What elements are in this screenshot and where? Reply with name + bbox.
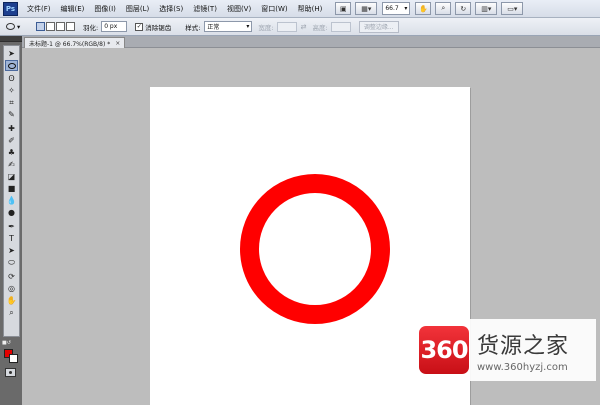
menu-select[interactable]: 选择(S) bbox=[154, 4, 188, 14]
watermark-text: 货源之家 www.360hyzj.com bbox=[477, 328, 569, 373]
quick-mask-icon[interactable] bbox=[5, 368, 16, 377]
document-tab[interactable]: 未标题-1 @ 66.7%(RGB/8) * × bbox=[24, 37, 126, 48]
selection-mode-group bbox=[36, 22, 75, 31]
antialias-label: 消除锯齿 bbox=[145, 23, 172, 32]
elliptical-marquee-tool-icon[interactable] bbox=[5, 60, 18, 71]
style-select-value: 正常 bbox=[207, 24, 220, 31]
refine-edge-button[interactable]: 调整边缘... bbox=[358, 20, 399, 33]
tool-preset-picker[interactable]: ▾ bbox=[6, 20, 30, 33]
width-input[interactable] bbox=[276, 21, 297, 32]
background-color-swatch[interactable] bbox=[9, 354, 18, 363]
menu-image[interactable]: 图像(I) bbox=[89, 4, 121, 14]
path-selection-tool-icon[interactable]: ➤ bbox=[5, 245, 18, 256]
3d-rotate-tool-icon[interactable]: ⟳ bbox=[5, 271, 18, 282]
crop-tool-icon[interactable]: ⌗ bbox=[5, 97, 18, 108]
clone-stamp-tool-icon[interactable]: ♣ bbox=[5, 147, 18, 158]
menu-edit[interactable]: 编辑(E) bbox=[56, 4, 90, 14]
menu-layer[interactable]: 图层(L) bbox=[121, 4, 154, 14]
menu-filter[interactable]: 滤镜(T) bbox=[188, 4, 222, 14]
default-colors-icon[interactable]: ■↺ bbox=[2, 340, 18, 346]
menu-bar: Ps 文件(F) 编辑(E) 图像(I) 图层(L) 选择(S) 滤镜(T) 视… bbox=[0, 0, 600, 18]
application-bar: ▣ ▦▾ 66.7 ▾ ✋ ⌕ ↻ ▥▾ ▭▾ bbox=[333, 2, 525, 15]
add-to-selection-icon[interactable] bbox=[46, 22, 55, 31]
options-bar: ▾ 羽化: 0 px ✓ 消除锯齿 样式: 正常 ▾ 宽度: ⇄ 高度: 调整边… bbox=[0, 18, 600, 36]
screen-mode-icon[interactable]: ▭▾ bbox=[501, 2, 524, 15]
menu-window[interactable]: 窗口(W) bbox=[256, 4, 292, 14]
feather-label: 羽化: bbox=[83, 23, 99, 32]
blur-tool-icon[interactable]: 💧 bbox=[5, 195, 18, 206]
intersect-selection-icon[interactable] bbox=[66, 22, 75, 31]
arrange-documents-icon[interactable]: ▥▾ bbox=[475, 2, 498, 15]
healing-brush-tool-icon[interactable]: ✚ bbox=[5, 123, 18, 134]
style-select[interactable]: 正常 ▾ bbox=[204, 21, 253, 32]
tools-panel-header[interactable] bbox=[0, 36, 22, 42]
menu-help[interactable]: 帮助(H) bbox=[293, 4, 328, 14]
view-extras-icon[interactable]: ▦▾ bbox=[355, 2, 378, 15]
dodge-tool-icon[interactable]: ● bbox=[5, 207, 18, 218]
brush-tool-icon[interactable]: ✐ bbox=[5, 135, 18, 146]
new-selection-icon[interactable] bbox=[36, 22, 45, 31]
feather-input[interactable]: 0 px bbox=[101, 21, 128, 32]
style-label: 样式: bbox=[185, 23, 201, 32]
width-label: 宽度: bbox=[258, 23, 274, 32]
close-icon[interactable]: × bbox=[115, 40, 120, 47]
magic-wand-tool-icon[interactable]: ✧ bbox=[5, 85, 18, 96]
red-ring-shape bbox=[240, 174, 390, 324]
chevron-down-icon: ▾ bbox=[17, 22, 21, 31]
menu-view[interactable]: 视图(V) bbox=[222, 4, 256, 14]
watermark-title: 货源之家 bbox=[477, 333, 570, 359]
eyedropper-tool-icon[interactable]: ✎ bbox=[5, 109, 18, 120]
zoom-tool-icon[interactable]: ⌕ bbox=[435, 2, 452, 15]
height-label: 高度: bbox=[312, 23, 328, 32]
watermark-logo: 360 bbox=[419, 326, 469, 374]
rotate-view-icon[interactable]: ↻ bbox=[455, 2, 472, 15]
zoom-level-select[interactable]: 66.7 ▾ bbox=[382, 2, 411, 15]
move-tool-icon[interactable]: ➤ bbox=[5, 48, 18, 59]
document-tab-bar: 未标题-1 @ 66.7%(RGB/8) * × bbox=[22, 36, 600, 48]
menu-file[interactable]: 文件(F) bbox=[22, 4, 56, 14]
chevron-down-icon: ▾ bbox=[404, 5, 408, 12]
elliptical-marquee-icon bbox=[6, 23, 15, 30]
document-tab-title: 未标题-1 @ 66.7%(RGB/8) * bbox=[29, 40, 111, 48]
tools-panel: ➤ ʘ ✧ ⌗ ✎ ✚ ✐ ♣ ✍ ◪ ■ 💧 ● ✒ T ➤ ⬭ ⟳ ◎ ✋ … bbox=[0, 36, 22, 405]
hand-tool-icon[interactable]: ✋ bbox=[5, 295, 18, 306]
zoom-level-value: 66.7 bbox=[385, 5, 399, 12]
hand-tool-icon[interactable]: ✋ bbox=[415, 2, 432, 15]
eraser-tool-icon[interactable]: ◪ bbox=[5, 171, 18, 182]
type-tool-icon[interactable]: T bbox=[5, 233, 18, 244]
lasso-tool-icon[interactable]: ʘ bbox=[5, 73, 18, 84]
bridge-icon[interactable]: ▣ bbox=[335, 2, 352, 15]
gradient-tool-icon[interactable]: ■ bbox=[5, 183, 18, 194]
subtract-from-selection-icon[interactable] bbox=[56, 22, 65, 31]
antialias-option[interactable]: ✓ 消除锯齿 bbox=[135, 22, 171, 32]
shape-tool-icon[interactable]: ⬭ bbox=[5, 257, 18, 268]
height-input[interactable] bbox=[330, 21, 351, 32]
3d-orbit-tool-icon[interactable]: ◎ bbox=[5, 283, 18, 294]
pen-tool-icon[interactable]: ✒ bbox=[5, 221, 18, 232]
photoshop-logo: Ps bbox=[3, 1, 18, 16]
antialias-checkbox[interactable]: ✓ bbox=[135, 22, 144, 31]
watermark-url: www.360hyzj.com bbox=[477, 361, 568, 373]
chevron-down-icon: ▾ bbox=[246, 23, 250, 30]
history-brush-tool-icon[interactable]: ✍ bbox=[5, 159, 18, 170]
zoom-tool-icon[interactable]: ⌕ bbox=[5, 307, 18, 318]
swap-dimensions-icon[interactable]: ⇄ bbox=[301, 23, 307, 31]
tools-list: ➤ ʘ ✧ ⌗ ✎ ✚ ✐ ♣ ✍ ◪ ■ 💧 ● ✒ T ➤ ⬭ ⟳ ◎ ✋ … bbox=[3, 45, 20, 337]
site-watermark: 360 货源之家 www.360hyzj.com bbox=[416, 319, 596, 381]
